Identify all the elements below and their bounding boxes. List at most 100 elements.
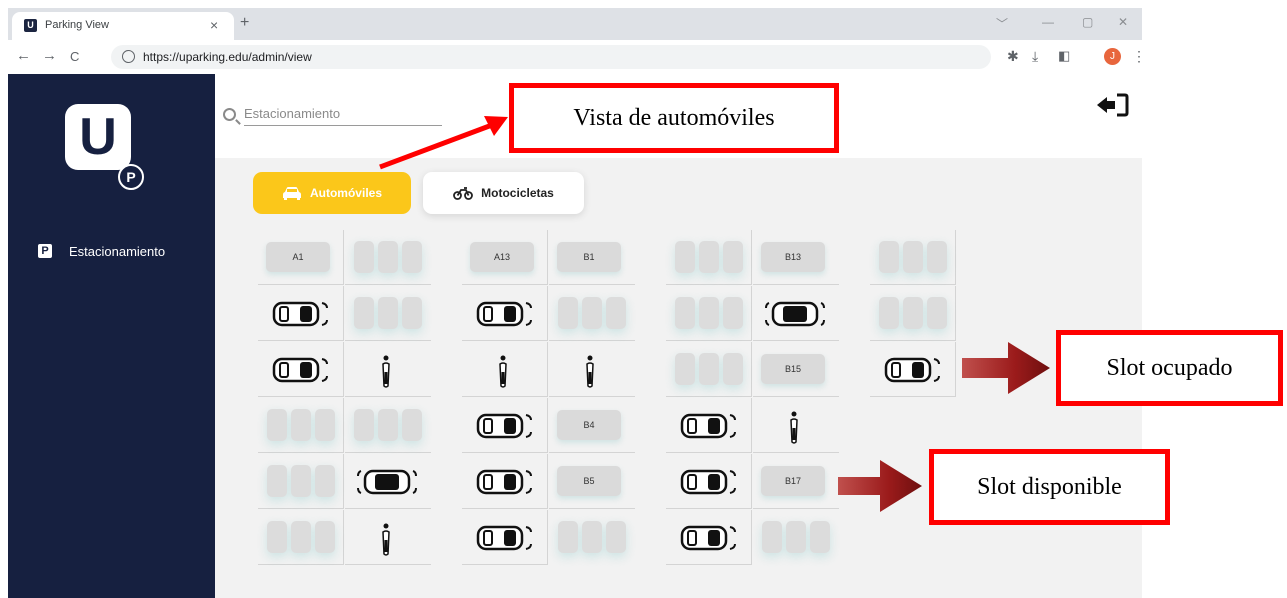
parking-slot-free[interactable] [258, 510, 344, 565]
car-icon [357, 469, 417, 495]
parking-slot-free[interactable] [549, 286, 635, 341]
extensions-icon[interactable]: ✱ [1007, 48, 1019, 65]
free-slot-marker [354, 409, 422, 441]
reload-icon[interactable]: C [70, 49, 79, 64]
parking-slot[interactable]: B5 [549, 454, 635, 509]
parking-slot-free[interactable] [870, 230, 956, 285]
slot-label: B17 [761, 466, 825, 496]
motorcycle-icon [499, 355, 507, 388]
car-icon [680, 525, 736, 551]
annotation-text: Slot disponible [977, 473, 1122, 500]
car-icon [476, 525, 532, 551]
parking-slot-occupied[interactable] [549, 342, 635, 397]
annotation-occupied: Slot ocupado [1056, 330, 1283, 406]
site-info-icon[interactable] [122, 50, 135, 63]
parking-slot-occupied[interactable] [345, 454, 431, 509]
tab-search-icon[interactable]: ﹀ [996, 15, 1008, 32]
slot-label: B15 [761, 354, 825, 384]
free-slot-marker [354, 241, 422, 273]
car-icon [282, 187, 301, 200]
browser-tab[interactable]: U Parking View × [12, 12, 234, 40]
motorcycle-icon [453, 187, 474, 200]
logo-parking-badge: P [118, 164, 144, 190]
sidebar: U P P Estacionamiento [8, 74, 215, 598]
car-icon [680, 413, 736, 439]
parking-slot-free[interactable] [870, 286, 956, 341]
parking-slot-occupied[interactable] [462, 398, 548, 453]
parking-slot-free[interactable] [666, 286, 752, 341]
parking-slot-occupied[interactable] [666, 454, 752, 509]
parking-slot[interactable]: B1 [549, 230, 635, 285]
free-slot-marker [267, 409, 335, 441]
parking-slot-free[interactable] [258, 398, 344, 453]
parking-slot-occupied[interactable] [462, 286, 548, 341]
search-input[interactable] [244, 102, 442, 126]
parking-slot-free[interactable] [345, 230, 431, 285]
forward-icon[interactable]: → [42, 47, 57, 64]
logout-icon[interactable] [1095, 90, 1131, 120]
free-slot-marker [675, 297, 743, 329]
sidebar-item-estacionamiento[interactable]: P Estacionamiento [38, 242, 165, 260]
motorcycle-icon [586, 355, 594, 388]
parking-slot-free[interactable] [666, 230, 752, 285]
parking-slot-free[interactable] [753, 510, 839, 565]
menu-icon[interactable]: ⋮ [1132, 48, 1146, 65]
parking-slot-free[interactable] [666, 342, 752, 397]
new-tab-button[interactable]: + [240, 14, 249, 32]
parking-slot[interactable]: B4 [549, 398, 635, 453]
parking-slot-occupied[interactable] [753, 398, 839, 453]
parking-slot-occupied[interactable] [345, 510, 431, 565]
parking-slot-free[interactable] [549, 510, 635, 565]
browser-toolbar: ← → C https://uparking.edu/admin/view ✱ … [8, 40, 1146, 74]
close-window-icon[interactable]: ✕ [1118, 15, 1128, 29]
parking-slot-occupied[interactable] [753, 286, 839, 341]
restore-icon[interactable]: ▢ [1082, 15, 1093, 29]
parking-slot-occupied[interactable] [666, 398, 752, 453]
parking-slot[interactable]: A1 [258, 230, 344, 285]
free-slot-marker [879, 241, 947, 273]
car-icon [476, 413, 532, 439]
parking-slot-occupied[interactable] [462, 510, 548, 565]
avatar[interactable]: J [1104, 48, 1121, 65]
address-bar[interactable]: https://uparking.edu/admin/view [111, 45, 991, 69]
slot-label: B1 [557, 242, 621, 272]
slot-label: B5 [557, 466, 621, 496]
annotation-text: Slot ocupado [1106, 354, 1233, 381]
motorcycle-icon [790, 411, 798, 444]
parking-slot-free[interactable] [258, 454, 344, 509]
download-icon[interactable]: ⤓ [1032, 48, 1038, 65]
parking-slot-occupied[interactable] [345, 342, 431, 397]
parking-slot-free[interactable] [345, 286, 431, 341]
tab-close-icon[interactable]: × [210, 17, 218, 33]
free-slot-marker [267, 521, 335, 553]
minimize-icon[interactable]: — [1042, 15, 1054, 29]
free-slot-marker [879, 297, 947, 329]
tab-automoviles[interactable]: Automóviles [253, 172, 411, 214]
screenshot: U Parking View × + ﹀ — ▢ ✕ ← → C https:/… [0, 0, 1287, 598]
parking-slot-occupied[interactable] [462, 454, 548, 509]
car-icon [272, 301, 328, 327]
free-slot-marker [762, 521, 830, 553]
parking-slot-occupied[interactable] [462, 342, 548, 397]
free-slot-marker [267, 465, 335, 497]
free-slot-marker [354, 297, 422, 329]
parking-slot-free[interactable] [345, 398, 431, 453]
annotation-available: Slot disponible [929, 449, 1170, 525]
parking-slot[interactable]: B17 [753, 454, 839, 509]
tab-motocicletas[interactable]: Motocicletas [423, 172, 584, 214]
parking-slot[interactable]: B13 [753, 230, 839, 285]
slot-label: A1 [266, 242, 330, 272]
parking-slot-occupied[interactable] [666, 510, 752, 565]
url-text: https://uparking.edu/admin/view [143, 50, 312, 64]
parking-slot[interactable]: B15 [753, 342, 839, 397]
free-slot-marker [675, 241, 743, 273]
app-logo: U [65, 104, 131, 170]
tab-label: Motocicletas [481, 186, 554, 200]
parking-slot-occupied[interactable] [258, 286, 344, 341]
side-panel-icon[interactable]: ◧ [1058, 48, 1070, 64]
parking-slot[interactable]: A13 [462, 230, 548, 285]
parking-slot-occupied[interactable] [258, 342, 344, 397]
car-icon [476, 469, 532, 495]
parking-slot-occupied[interactable] [870, 342, 956, 397]
back-icon[interactable]: ← [16, 47, 31, 64]
